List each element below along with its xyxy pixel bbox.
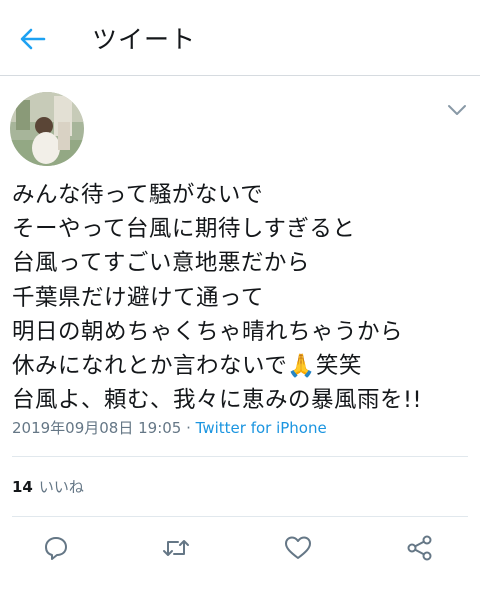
page-title: ツイート xyxy=(92,25,197,54)
tweet-line: 台風ってすごい意地悪だから xyxy=(12,250,310,277)
tweet-source-link[interactable]: Twitter for iPhone xyxy=(196,419,327,437)
reply-button[interactable] xyxy=(42,534,70,562)
tweet-timestamp: 2019年09月08日 19:05 · xyxy=(12,419,196,437)
likes-count: 14 xyxy=(12,478,33,496)
chevron-down-icon[interactable] xyxy=(446,102,468,118)
reply-icon xyxy=(45,537,67,560)
tweet-line: 明日の朝めちゃくちゃ晴れちゃうから xyxy=(12,318,404,345)
like-button[interactable] xyxy=(284,534,312,562)
tweet-line: 千葉県だけ避けて通って xyxy=(12,284,264,311)
share-icon xyxy=(407,535,432,561)
tweet-line: みんな待って騒がないで xyxy=(12,182,264,208)
retweet-icon xyxy=(163,540,189,556)
tweet-line: 台風よ、頼む、我々に恵みの暴風雨を!! xyxy=(12,387,423,414)
tweet-line: 休みになれとか言わないで🙏笑笑 xyxy=(12,353,362,380)
top-bar: ツイート xyxy=(0,0,480,76)
retweet-button[interactable] xyxy=(162,534,190,562)
share-button[interactable] xyxy=(406,534,434,562)
back-button[interactable] xyxy=(18,24,48,54)
divider xyxy=(12,516,468,517)
arrow-left-icon xyxy=(20,28,46,50)
user-avatar[interactable] xyxy=(10,92,84,166)
divider xyxy=(12,456,468,457)
likes-label: いいね xyxy=(38,478,84,496)
likes-stat[interactable]: 14 いいね xyxy=(12,476,84,497)
tweet-text: みんな待って騒がないで そーやって台風に期待しすぎると 台風ってすごい意地悪だか… xyxy=(12,178,474,417)
tweet-metadata: 2019年09月08日 19:05 · Twitter for iPhone xyxy=(12,417,327,438)
tweet-line: そーやって台風に期待しすぎると xyxy=(12,216,356,243)
heart-icon xyxy=(285,536,311,559)
avatar-photo xyxy=(10,92,84,166)
